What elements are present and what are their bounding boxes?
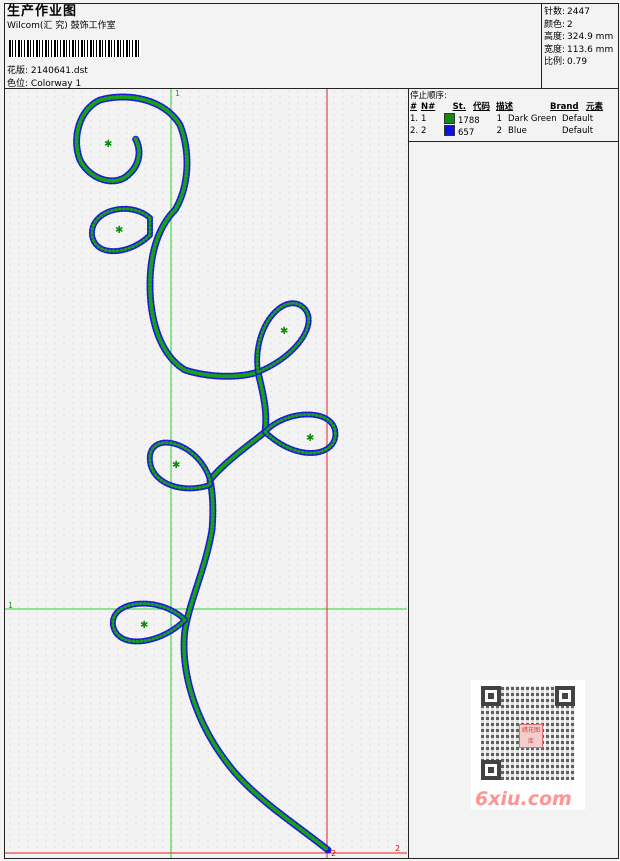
guide-label-red-b: 2 [395,844,400,853]
tack-star-icon: ✱ [140,620,148,631]
tack-star-icon: ✱ [104,139,112,150]
tack-star-icon: ✱ [306,433,314,444]
tack-star-icon: ✱ [115,225,123,236]
tack-star-icon: ✱ [172,460,180,471]
guide-label-left: 1 [8,601,13,610]
guide-label-red-a: 2 [331,849,336,858]
watermark-brand: 6xiu.com [475,788,572,810]
qr-code: 绣花图库 [481,686,575,780]
watermark: 绣花图库 6xiu.com [471,680,585,810]
qr-logo: 绣花图库 [519,724,543,748]
guide-label-top: 1 [175,89,180,98]
tack-star-icon: ✱ [280,326,288,337]
